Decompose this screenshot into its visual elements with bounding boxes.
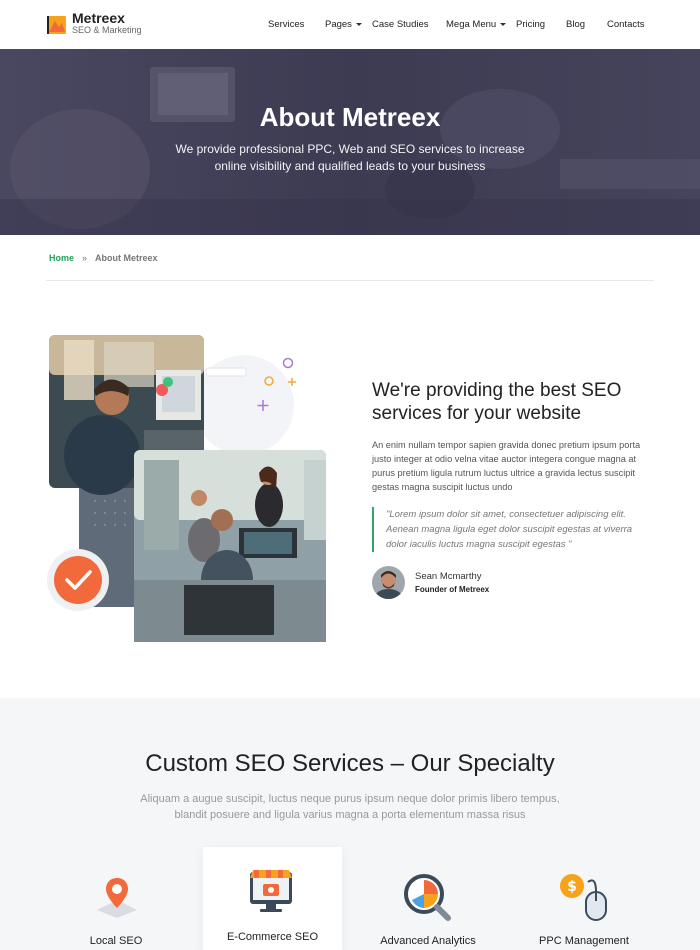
service-label[interactable]: Local SEO bbox=[46, 935, 186, 947]
logo-icon bbox=[46, 11, 68, 35]
svg-text:$: $ bbox=[567, 879, 577, 895]
author-name: Sean Mcmarthy bbox=[415, 571, 482, 582]
nav-mega-menu[interactable]: Mega Menu bbox=[446, 19, 507, 30]
caret-down-icon bbox=[355, 23, 362, 26]
nav-case-studies[interactable]: Case Studies bbox=[372, 19, 429, 30]
breadcrumb-current: About Metreex bbox=[95, 253, 158, 263]
service-label[interactable]: E-Commerce SEO bbox=[203, 931, 342, 943]
nav-label: Blog bbox=[566, 19, 586, 30]
caret-down-icon bbox=[500, 23, 507, 26]
nav-pricing[interactable]: Pricing bbox=[516, 19, 545, 30]
check-badge-icon bbox=[47, 549, 109, 611]
services-subtitle: Aliquam a augue suscipit, luctus neque p… bbox=[140, 793, 560, 821]
breadcrumb-separator: » bbox=[82, 253, 88, 263]
services-title: Custom SEO Services – Our Specialty bbox=[145, 750, 555, 777]
ecommerce-store-icon bbox=[246, 866, 296, 914]
nav-blog[interactable]: Blog bbox=[566, 19, 585, 30]
nav-label: Pages bbox=[325, 19, 352, 30]
hero-banner: About Metreex We provide professional PP… bbox=[0, 49, 700, 235]
services-section: Custom SEO Services – Our Specialty Aliq… bbox=[0, 698, 700, 950]
author-role: Founder of Metreex bbox=[415, 585, 490, 594]
service-label[interactable]: Advanced Analytics bbox=[358, 935, 498, 947]
divider bbox=[46, 280, 654, 281]
site-header: Metreex SEO & Marketing Services Pages C… bbox=[0, 0, 700, 49]
nav-contacts[interactable]: Contacts bbox=[607, 19, 645, 30]
nav-label: Contacts bbox=[607, 19, 645, 30]
nav-label: Services bbox=[268, 19, 305, 30]
author-card: Sean Mcmarthy Founder of Metreex bbox=[372, 566, 489, 599]
page-title: About Metreex bbox=[259, 102, 441, 132]
nav-label: Pricing bbox=[516, 19, 546, 30]
logo-tagline: SEO & Marketing bbox=[72, 25, 142, 35]
map-pin-icon bbox=[93, 874, 141, 918]
about-image-collage bbox=[44, 330, 334, 650]
breadcrumb: Home » About Metreex bbox=[49, 253, 158, 263]
service-label[interactable]: PPC Management bbox=[514, 935, 654, 947]
nav-label: Mega Menu bbox=[446, 19, 497, 30]
logo-name: Metreex bbox=[72, 10, 125, 26]
nav-label: Case Studies bbox=[372, 19, 429, 30]
nav-pages[interactable]: Pages bbox=[325, 19, 362, 30]
nav-services[interactable]: Services bbox=[268, 19, 304, 30]
about-paragraph: An enim nullam tempor sapien gravida don… bbox=[372, 440, 641, 492]
logo[interactable]: Metreex SEO & Marketing bbox=[46, 11, 156, 39]
avatar bbox=[372, 566, 405, 599]
breadcrumb-home-link[interactable]: Home bbox=[49, 253, 74, 263]
about-quote: "Lorem ipsum dolor sit amet, consectetue… bbox=[372, 507, 652, 552]
hero-subtitle: We provide professional PPC, Web and SEO… bbox=[175, 142, 525, 173]
analytics-magnifier-icon bbox=[402, 872, 452, 922]
dollar-mouse-icon: $ bbox=[558, 872, 610, 922]
about-heading: We're providing the best SEO services fo… bbox=[372, 380, 622, 424]
